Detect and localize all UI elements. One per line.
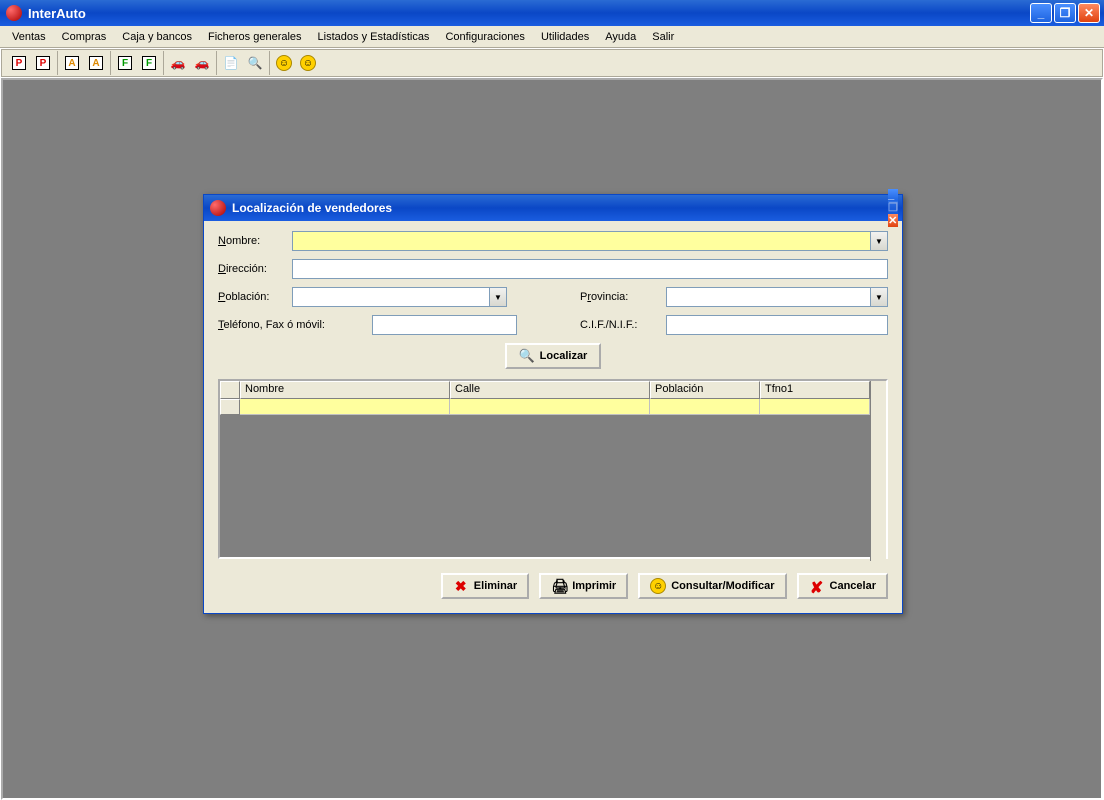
menu-compras[interactable]: Compras bbox=[54, 29, 115, 45]
grid-header-nombre[interactable]: Nombre bbox=[240, 381, 450, 399]
toolbar-f-icon[interactable]: F bbox=[114, 52, 136, 74]
toolbar-doc-search-icon[interactable]: 🔍 bbox=[244, 52, 266, 74]
dialog-close-button[interactable]: ✕ bbox=[888, 214, 898, 227]
menu-ayuda[interactable]: Ayuda bbox=[597, 29, 644, 45]
dialog-title: Localización de vendedores bbox=[232, 201, 888, 215]
toolbar-doc-icon[interactable]: 📄 bbox=[220, 52, 242, 74]
toolbar-f-search-icon[interactable]: F bbox=[138, 52, 160, 74]
main-title-bar: InterAuto _ ❐ ✕ bbox=[0, 0, 1104, 26]
dialog-maximize-button: ❐ bbox=[888, 201, 898, 214]
menu-ficheros[interactable]: Ficheros generales bbox=[200, 29, 310, 45]
eliminar-button[interactable]: ✖ Eliminar bbox=[441, 573, 529, 599]
vendor-locate-dialog: Localización de vendedores _ ❐ ✕ Nombre:… bbox=[203, 194, 903, 614]
cell-calle bbox=[450, 399, 650, 415]
poblacion-label: Población: bbox=[218, 291, 286, 303]
trash-icon: ✖ bbox=[453, 578, 469, 594]
minimize-button[interactable]: _ bbox=[1030, 3, 1052, 23]
grid-header-tfno1[interactable]: Tfno1 bbox=[760, 381, 870, 399]
direccion-label: Dirección: bbox=[218, 263, 286, 275]
menu-bar: Ventas Compras Caja y bancos Ficheros ge… bbox=[0, 26, 1104, 48]
consultar-label: Consultar/Modificar bbox=[671, 580, 774, 592]
cell-tfno1 bbox=[760, 399, 870, 415]
toolbar-a-icon[interactable]: A bbox=[61, 52, 83, 74]
localizar-button[interactable]: 🔍 Localizar bbox=[505, 343, 602, 369]
mdi-workspace: Localización de vendedores _ ❐ ✕ Nombre:… bbox=[1, 78, 1103, 800]
toolbar-face1-icon[interactable]: ☺ bbox=[273, 52, 295, 74]
toolbar-p-icon[interactable]: P bbox=[8, 52, 30, 74]
cif-input[interactable] bbox=[666, 315, 888, 335]
provincia-label: Provincia: bbox=[580, 291, 660, 303]
menu-listados[interactable]: Listados y Estadísticas bbox=[310, 29, 438, 45]
dialog-minimize-button[interactable]: _ bbox=[888, 189, 898, 201]
menu-configuraciones[interactable]: Configuraciones bbox=[437, 29, 533, 45]
cell-poblacion bbox=[650, 399, 760, 415]
close-button[interactable]: ✕ bbox=[1078, 3, 1100, 23]
provincia-input[interactable] bbox=[666, 287, 871, 307]
cif-label: C.I.F./N.I.F.: bbox=[580, 319, 660, 331]
nombre-input[interactable] bbox=[292, 231, 871, 251]
dialog-icon bbox=[210, 200, 226, 216]
menu-utilidades[interactable]: Utilidades bbox=[533, 29, 597, 45]
dialog-title-bar: Localización de vendedores _ ❐ ✕ bbox=[204, 195, 902, 221]
toolbar: P P A A F F 🚗 🚗 📄 🔍 ☺ ☺ bbox=[1, 49, 1103, 77]
cancelar-label: Cancelar bbox=[830, 580, 876, 592]
toolbar-face2-icon[interactable]: ☺ bbox=[297, 52, 319, 74]
search-icon: 🔍 bbox=[519, 348, 535, 364]
printer-icon: 🖨 bbox=[551, 578, 567, 594]
nombre-label: Nombre: bbox=[218, 235, 286, 247]
direccion-input[interactable] bbox=[292, 259, 888, 279]
eliminar-label: Eliminar bbox=[474, 580, 517, 592]
menu-salir[interactable]: Salir bbox=[644, 29, 682, 45]
provincia-dropdown-button[interactable]: ▼ bbox=[871, 287, 888, 307]
menu-caja[interactable]: Caja y bancos bbox=[114, 29, 200, 45]
localizar-label: Localizar bbox=[540, 350, 588, 362]
toolbar-a-search-icon[interactable]: A bbox=[85, 52, 107, 74]
table-row[interactable] bbox=[220, 399, 870, 415]
menu-ventas[interactable]: Ventas bbox=[4, 29, 54, 45]
telefono-input[interactable] bbox=[372, 315, 517, 335]
cell-nombre bbox=[240, 399, 450, 415]
grid-header-calle[interactable]: Calle bbox=[450, 381, 650, 399]
app-icon bbox=[6, 5, 22, 21]
grid-row-selector-header bbox=[220, 381, 240, 399]
imprimir-label: Imprimir bbox=[572, 580, 616, 592]
telefono-label: Teléfono, Fax ó móvil: bbox=[218, 319, 366, 331]
poblacion-dropdown-button[interactable]: ▼ bbox=[490, 287, 507, 307]
cancel-x-icon: ✘ bbox=[809, 578, 825, 594]
grid-scrollbar[interactable] bbox=[870, 381, 886, 561]
app-title: InterAuto bbox=[28, 6, 1030, 21]
face-icon: ☺ bbox=[650, 578, 666, 594]
consultar-modificar-button[interactable]: ☺ Consultar/Modificar bbox=[638, 573, 786, 599]
toolbar-car-icon[interactable]: 🚗 bbox=[167, 52, 189, 74]
maximize-button[interactable]: ❐ bbox=[1054, 3, 1076, 23]
toolbar-p-search-icon[interactable]: P bbox=[32, 52, 54, 74]
cancelar-button[interactable]: ✘ Cancelar bbox=[797, 573, 888, 599]
poblacion-input[interactable] bbox=[292, 287, 490, 307]
toolbar-car-search-icon[interactable]: 🚗 bbox=[191, 52, 213, 74]
imprimir-button[interactable]: 🖨 Imprimir bbox=[539, 573, 628, 599]
nombre-dropdown-button[interactable]: ▼ bbox=[871, 231, 888, 251]
grid-header-poblacion[interactable]: Población bbox=[650, 381, 760, 399]
results-grid[interactable]: Nombre Calle Población Tfno1 bbox=[218, 379, 888, 559]
